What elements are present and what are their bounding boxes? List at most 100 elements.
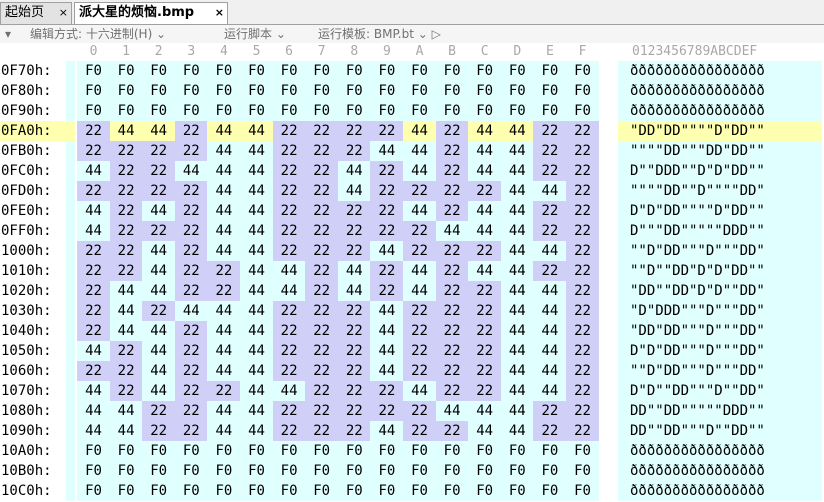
hex-byte-cell[interactable]: 22 xyxy=(337,301,371,321)
hex-byte-cell[interactable]: F0 xyxy=(337,441,371,461)
hex-byte-cell[interactable]: F0 xyxy=(272,461,306,481)
hex-byte-cell[interactable]: 22 xyxy=(370,261,404,281)
hex-byte-cell[interactable]: 22 xyxy=(142,141,176,161)
tab-file[interactable]: 派大星的烦恼.bmp × xyxy=(74,2,228,24)
hex-byte-cell[interactable]: 44 xyxy=(468,121,502,141)
hex-byte-cell[interactable]: 44 xyxy=(240,301,273,321)
hex-byte-cell[interactable]: 22 xyxy=(533,421,567,441)
hex-byte-cell[interactable]: F0 xyxy=(468,481,502,501)
hex-byte-cell[interactable]: 22 xyxy=(435,341,469,361)
hex-byte-cell[interactable]: F0 xyxy=(500,481,534,501)
hex-byte-cell[interactable]: 44 xyxy=(272,281,306,301)
hex-byte-cell[interactable]: 22 xyxy=(305,401,339,421)
hex-byte-cell[interactable]: 22 xyxy=(272,321,306,341)
hex-byte-cell[interactable]: 22 xyxy=(533,141,567,161)
ascii-cell[interactable]: D""DDD""D"D"DD"" xyxy=(618,161,822,181)
ascii-cell[interactable]: ðððððððððððððððð xyxy=(618,441,822,461)
ascii-cell[interactable]: ""D"DD"""D"""DD" xyxy=(618,241,822,261)
hex-byte-cell[interactable]: 22 xyxy=(174,281,208,301)
hex-byte-cell[interactable]: 44 xyxy=(240,241,273,261)
hex-byte-cell[interactable]: 22 xyxy=(468,361,502,381)
hex-byte-cell[interactable]: 44 xyxy=(240,281,273,301)
ascii-cell[interactable]: ðððððððððððððððð xyxy=(618,61,822,81)
hex-byte-cell[interactable]: 22 xyxy=(337,401,371,421)
hex-byte-cell[interactable]: F0 xyxy=(435,81,469,101)
hex-byte-cell[interactable]: F0 xyxy=(468,61,502,81)
edit-mode-dropdown[interactable]: 编辑方式: 十六进制(H) ⌄ xyxy=(30,25,166,43)
hex-byte-cell[interactable]: F0 xyxy=(142,61,176,81)
hex-byte-cell[interactable]: F0 xyxy=(435,101,469,121)
hex-byte-cell[interactable]: 22 xyxy=(468,281,502,301)
hex-byte-cell[interactable]: 22 xyxy=(272,141,306,161)
hex-byte-cell[interactable]: 44 xyxy=(403,281,436,301)
hex-byte-cell[interactable]: 44 xyxy=(500,201,534,221)
hex-byte-cell[interactable]: 44 xyxy=(533,241,567,261)
hex-byte-cell[interactable]: F0 xyxy=(240,481,273,501)
hex-byte-cell[interactable]: F0 xyxy=(305,481,339,501)
hex-byte-cell[interactable]: 44 xyxy=(500,401,534,421)
hex-byte-cell[interactable]: 44 xyxy=(500,181,534,201)
close-icon[interactable]: × xyxy=(59,3,68,23)
ascii-cell[interactable]: "D"DDD"""D"""DD" xyxy=(618,301,822,321)
hex-byte-cell[interactable]: 44 xyxy=(533,381,567,401)
hex-byte-cell[interactable]: 22 xyxy=(77,141,110,161)
hex-byte-cell[interactable]: 22 xyxy=(77,361,110,381)
hex-byte-cell[interactable]: 22 xyxy=(566,181,599,201)
hex-byte-cell[interactable]: 44 xyxy=(109,301,143,321)
hex-byte-cell[interactable]: 44 xyxy=(207,161,241,181)
hex-byte-cell[interactable]: 22 xyxy=(370,161,404,181)
hex-byte-cell[interactable]: 22 xyxy=(566,281,599,301)
hex-byte-cell[interactable]: F0 xyxy=(272,441,306,461)
hex-byte-cell[interactable]: 22 xyxy=(566,261,599,281)
hex-byte-cell[interactable]: F0 xyxy=(77,101,110,121)
hex-byte-cell[interactable]: F0 xyxy=(435,481,469,501)
hex-byte-cell[interactable]: 22 xyxy=(533,221,567,241)
hex-byte-cell[interactable]: F0 xyxy=(566,61,599,81)
hex-byte-cell[interactable]: 22 xyxy=(435,321,469,341)
hex-byte-cell[interactable]: 22 xyxy=(435,241,469,261)
hex-byte-cell[interactable]: 22 xyxy=(403,421,436,441)
hex-byte-cell[interactable]: 44 xyxy=(468,421,502,441)
hex-byte-cell[interactable]: F0 xyxy=(305,461,339,481)
ascii-cell[interactable]: "DD""DD"D"D""DD" xyxy=(618,281,822,301)
hex-byte-cell[interactable]: F0 xyxy=(174,441,208,461)
hex-byte-cell[interactable]: 22 xyxy=(370,181,404,201)
hex-byte-cell[interactable]: F0 xyxy=(174,101,208,121)
hex-byte-cell[interactable]: 22 xyxy=(370,401,404,421)
hex-byte-cell[interactable]: 44 xyxy=(500,321,534,341)
ascii-cell[interactable]: D"D""DD"""D""DD" xyxy=(618,381,822,401)
hex-byte-cell[interactable]: 22 xyxy=(109,381,143,401)
hex-byte-cell[interactable]: F0 xyxy=(77,481,110,501)
hex-byte-cell[interactable]: 22 xyxy=(305,341,339,361)
hex-byte-cell[interactable]: F0 xyxy=(566,461,599,481)
hex-byte-cell[interactable]: F0 xyxy=(370,61,404,81)
hex-byte-cell[interactable]: 44 xyxy=(468,161,502,181)
hex-byte-cell[interactable]: 22 xyxy=(174,361,208,381)
ascii-cell[interactable]: D"D"DD"""D"""DD" xyxy=(618,341,822,361)
hex-byte-cell[interactable]: 22 xyxy=(174,141,208,161)
hex-byte-cell[interactable]: 44 xyxy=(240,141,273,161)
hex-byte-cell[interactable]: F0 xyxy=(142,461,176,481)
hex-byte-cell[interactable]: 22 xyxy=(272,121,306,141)
hex-byte-cell[interactable]: F0 xyxy=(468,101,502,121)
hex-byte-cell[interactable]: 44 xyxy=(468,201,502,221)
hex-byte-cell[interactable]: F0 xyxy=(533,101,567,121)
hex-byte-cell[interactable]: F0 xyxy=(337,461,371,481)
hex-byte-cell[interactable]: 44 xyxy=(533,321,567,341)
hex-byte-cell[interactable]: 44 xyxy=(207,221,241,241)
hex-byte-cell[interactable]: F0 xyxy=(403,441,436,461)
hex-byte-cell[interactable]: F0 xyxy=(174,61,208,81)
hex-byte-cell[interactable]: 44 xyxy=(272,381,306,401)
hex-byte-cell[interactable]: 22 xyxy=(370,381,404,401)
hex-byte-cell[interactable]: F0 xyxy=(174,81,208,101)
hex-byte-cell[interactable]: 22 xyxy=(109,241,143,261)
hex-byte-cell[interactable]: 44 xyxy=(403,161,436,181)
hex-byte-cell[interactable]: 22 xyxy=(305,281,339,301)
hex-byte-cell[interactable]: 44 xyxy=(500,161,534,181)
hex-byte-cell[interactable]: 44 xyxy=(370,361,404,381)
hex-byte-cell[interactable]: 22 xyxy=(435,281,469,301)
hex-byte-cell[interactable]: 44 xyxy=(435,221,469,241)
hex-byte-cell[interactable]: 44 xyxy=(109,281,143,301)
hex-byte-cell[interactable]: 22 xyxy=(566,381,599,401)
hex-byte-cell[interactable]: F0 xyxy=(435,441,469,461)
